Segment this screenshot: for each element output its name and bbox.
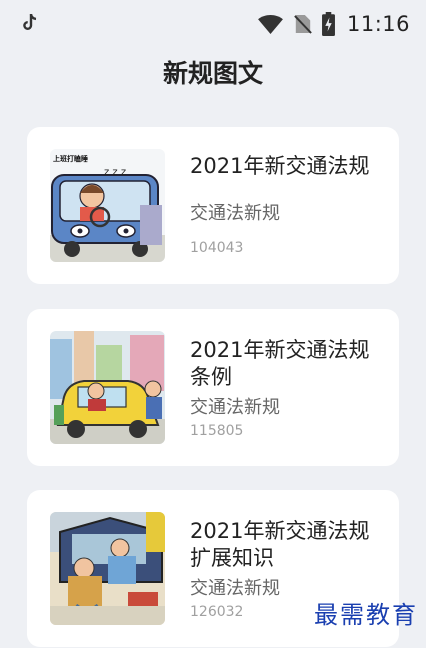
article-view-count: 104043 <box>190 240 244 256</box>
article-title: 2021年新交通法规 <box>190 154 370 178</box>
article-title: 2021年新交通法规扩展知识 <box>190 519 370 570</box>
status-clock: 11:16 <box>346 12 410 36</box>
watermark: 最需教育 <box>314 601 418 629</box>
article-view-count: 126032 <box>190 604 244 620</box>
article-subtitle: 交通法新规 <box>190 578 280 599</box>
article-title: 2021年新交通法规条例 <box>190 338 370 389</box>
article-subtitle: 交通法新规 <box>190 397 280 418</box>
thumbnail-caption: 上班打瞌睡 <box>53 154 88 163</box>
article-thumbnail <box>50 512 165 625</box>
svg-text:z z z: z z z <box>104 167 126 178</box>
tiktok-icon <box>23 14 37 30</box>
article-view-count: 115805 <box>190 423 244 439</box>
article-thumbnail: z z z 上班打瞌睡 <box>50 149 165 262</box>
article-card[interactable]: z z z 上班打瞌睡 2021年新交通法规 交通法新规 104043 <box>27 127 399 284</box>
article-card[interactable]: 2021年新交通法规条例 交通法新规 115805 <box>27 309 399 466</box>
article-thumbnail <box>50 331 165 444</box>
status-bar: 11:16 <box>0 0 426 48</box>
wifi-icon <box>258 14 283 34</box>
battery-charging-icon <box>322 12 335 36</box>
article-subtitle: 交通法新规 <box>190 203 280 224</box>
no-sim-icon <box>294 15 312 34</box>
page-title: 新规图文 <box>162 59 263 88</box>
